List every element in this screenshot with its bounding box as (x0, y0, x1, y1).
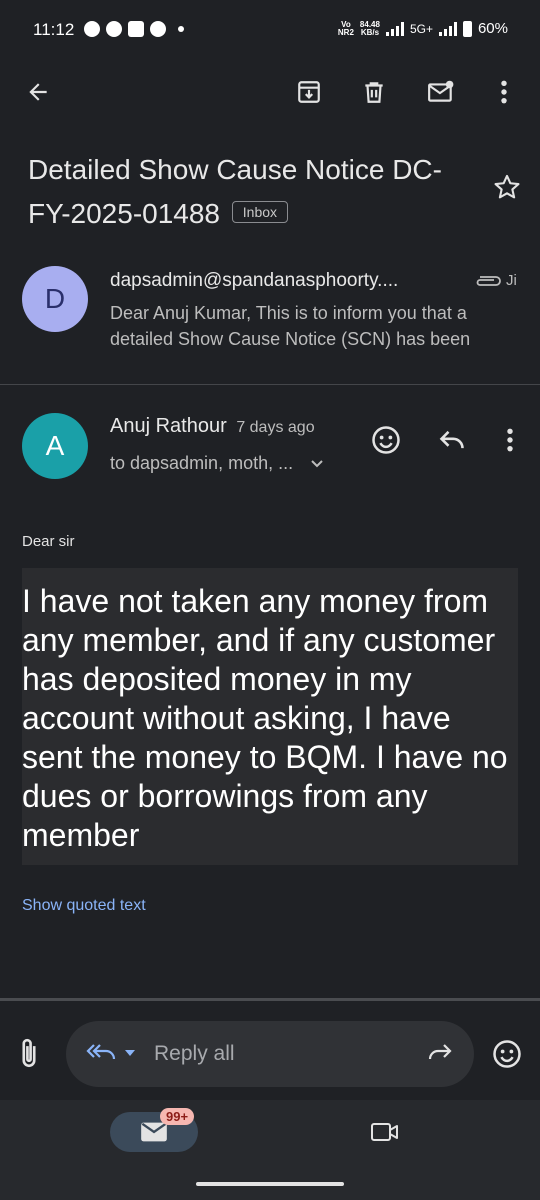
reply-button[interactable] (432, 420, 472, 460)
unread-badge: 99+ (160, 1108, 195, 1125)
status-bar: 11:12 Vo NR2 84.48 KB/s 5G+ 60% (0, 0, 540, 62)
archive-icon (298, 81, 320, 103)
emoji-react-button[interactable] (366, 420, 406, 460)
status-right: Vo NR2 84.48 KB/s 5G+ 60% (338, 20, 508, 37)
home-indicator[interactable] (196, 1182, 344, 1186)
chevron-down-icon (311, 460, 323, 468)
archive-button[interactable] (289, 72, 329, 112)
star-button[interactable] (493, 173, 521, 206)
mark-unread-icon (428, 80, 454, 102)
reply-all-field[interactable]: Reply all (66, 1021, 474, 1087)
net-speed: 84.48 KB/s (359, 19, 380, 37)
network-type: 5G+ (409, 21, 433, 36)
avatar: D (22, 266, 88, 332)
show-quoted-text-link[interactable]: Show quoted text (22, 897, 146, 915)
mark-unread-button[interactable] (421, 72, 461, 112)
paperclip-icon (476, 275, 501, 286)
top-app-bar (0, 62, 540, 122)
gmail-notification-icon (128, 21, 144, 37)
more-vert-icon (507, 428, 513, 452)
caret-down-icon (125, 1050, 135, 1056)
signal-icon (385, 21, 404, 36)
mail-icon (141, 1122, 167, 1142)
battery-percent: 60% (477, 20, 508, 37)
recipients-toggle[interactable]: to dapsadmin, moth, ... (110, 453, 324, 474)
reply-type-selector[interactable] (86, 1043, 136, 1063)
chat-icon (106, 21, 122, 37)
signal-icon-2 (438, 21, 457, 36)
reply-icon (439, 430, 464, 449)
body-greeting: Dear sir (22, 533, 75, 550)
volte-indicator: Vo NR2 (337, 19, 354, 37)
attach-button[interactable] (18, 1037, 40, 1076)
upload-icon (150, 21, 166, 37)
arrow-left-icon (29, 83, 47, 101)
reply-emoji-button[interactable] (492, 1039, 522, 1074)
message-body: I have not taken any money from any memb… (22, 568, 518, 865)
collapsed-sender: dapsadmin@spandanasphoorty.... (110, 270, 399, 291)
sender-name: Anuj Rathour (110, 415, 227, 437)
emoji-icon (372, 426, 400, 454)
reply-all-icon (86, 1044, 116, 1060)
star-icon (494, 174, 520, 199)
paperclip-icon (22, 1038, 36, 1067)
forward-button[interactable] (426, 1043, 454, 1068)
more-vert-icon (501, 80, 507, 104)
more-notifications-dot (178, 26, 184, 32)
video-icon (371, 1123, 398, 1141)
more-options-button[interactable] (484, 72, 524, 112)
notification-icons (84, 21, 184, 37)
forward-icon (428, 1044, 452, 1060)
sender-avatar[interactable]: A (22, 413, 88, 479)
email-subject: Detailed Show Cause Notice DC-FY-2025-01… (28, 148, 468, 236)
collapsed-snippet: Dear Anuj Kumar, This is to inform you t… (110, 303, 471, 349)
whatsapp-icon (84, 21, 100, 37)
sender-line: Anuj Rathour 7 days ago (110, 415, 315, 438)
reply-bar: Reply all (0, 998, 540, 1100)
nav-meet-tab[interactable] (370, 1120, 400, 1149)
collapsed-date: Ji (506, 272, 517, 289)
emoji-icon (493, 1040, 521, 1068)
status-time: 11:12 (33, 20, 75, 39)
message-more-button[interactable] (490, 420, 530, 460)
message-body-text: I have not taken any money from any memb… (22, 583, 508, 853)
recipients-text: to dapsadmin, moth, ... (110, 453, 294, 473)
message-divider (0, 384, 540, 385)
delete-button[interactable] (354, 72, 394, 112)
inbox-label-chip[interactable]: Inbox (231, 200, 289, 223)
battery-icon (462, 20, 472, 37)
collapsed-meta: Ji (472, 272, 517, 289)
trash-icon (365, 82, 383, 103)
message-time: 7 days ago (236, 419, 315, 436)
reply-placeholder: Reply all (154, 1042, 235, 1065)
back-button[interactable] (18, 72, 58, 112)
